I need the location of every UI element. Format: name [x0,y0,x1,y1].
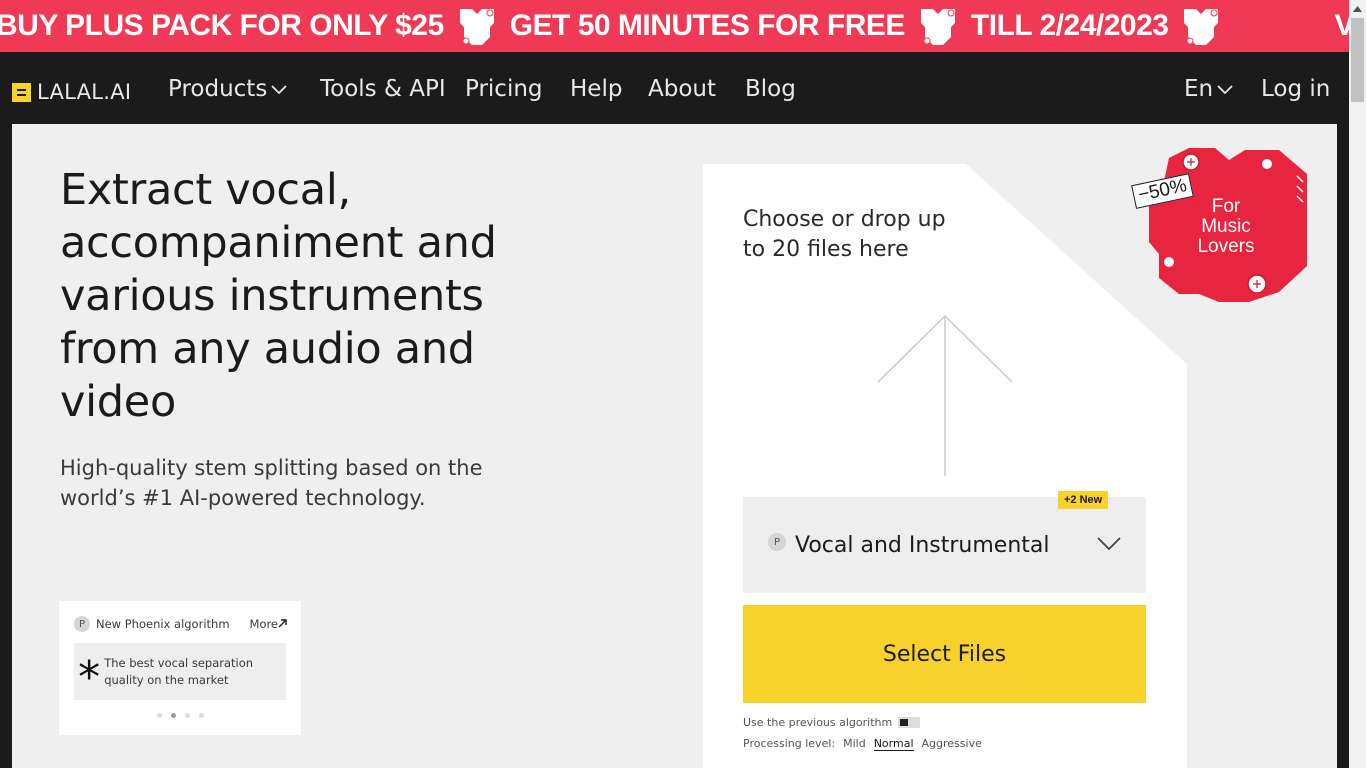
nav-products[interactable]: Products [168,76,287,102]
banner-segment: GET 50 MINUTES FOR FREE [509,9,906,42]
drop-zone-text: Choose or drop up to 20 files here [743,207,946,262]
processing-level: Processing level: Mild Normal Aggressive [743,737,982,751]
previous-algorithm-label: Use the previous algorithm [743,716,893,729]
sticker-text: For Music Lovers [1197,196,1255,257]
upload-panel[interactable]: Choose or drop up to 20 files here P Voc… [703,164,1187,768]
upload-arrow-icon [877,314,1013,476]
banner-track: BUY PLUS PACK FOR ONLY $25 GET 50 MINUTE… [0,0,1349,52]
scroll-thumb[interactable] [1351,18,1364,102]
more-link[interactable]: More [249,617,287,631]
separation-model-label: Vocal and Instrumental [795,532,1050,558]
carousel-dots [59,713,301,718]
logo-mark-icon [12,82,31,102]
banner-segment: TILL 2/24/2023 [970,9,1169,42]
carousel-dot[interactable] [156,713,162,718]
login-link[interactable]: Log in [1261,76,1330,102]
language-label: En [1184,76,1214,102]
hero-section: Extract vocal, accompaniment and various… [12,124,1337,768]
phoenix-badge-icon: P [768,533,786,551]
heart-icon [1184,9,1219,45]
nav-about[interactable]: About [648,76,716,102]
nav-products-label: Products [168,76,268,102]
hero-subtitle: High-quality stem splitting based on the… [60,456,483,510]
nav-pricing[interactable]: Pricing [465,76,543,102]
nav-blog[interactable]: Blog [745,76,796,102]
chevron-down-icon [271,85,287,95]
level-mild[interactable]: Mild [843,737,866,751]
banner-segment: BUY PLUS PACK FOR ONLY $25 [0,9,444,42]
logo-text: LALAL.AI [37,80,132,104]
carousel-dot[interactable] [198,713,204,718]
separation-model-dropdown[interactable]: P Vocal and Instrumental [743,497,1146,593]
algorithm-card-body: * The best vocal separation quality on t… [74,643,286,700]
nav-help[interactable]: Help [570,76,622,102]
logo[interactable]: LALAL.AI [12,80,131,104]
previous-algorithm-toggle[interactable]: Use the previous algorithm [743,716,921,729]
select-files-button[interactable]: Select Files [743,605,1146,703]
level-aggressive[interactable]: Aggressive [922,737,982,751]
heart-icon [459,9,494,45]
chevron-down-icon [1097,537,1121,551]
algorithm-card: P New Phoenix algorithm More * The best … [59,601,301,735]
hero-title: Extract vocal, accompaniment and various… [60,165,497,427]
chevron-down-icon [1217,85,1233,95]
promo-banner[interactable]: BUY PLUS PACK FOR ONLY $25 GET 50 MINUTE… [0,0,1349,52]
language-selector[interactable]: En [1184,76,1233,102]
algorithm-card-header: P New Phoenix algorithm More [74,616,287,632]
algorithm-card-text: The best vocal separation quality on the… [104,655,254,687]
nav-tools-api[interactable]: Tools & API [320,76,446,102]
level-normal[interactable]: Normal [873,737,914,751]
processing-level-label: Processing level: [743,737,836,750]
top-nav: LALAL.AI Products Tools & API Pricing He… [0,52,1349,124]
page-scrollbar[interactable] [1349,0,1366,768]
heart-icon [920,9,955,45]
banner-segment: VAL [1334,9,1349,42]
carousel-dot-active[interactable] [170,713,176,718]
toggle-switch[interactable] [898,717,921,728]
carousel-dot[interactable] [184,713,190,718]
phoenix-badge-icon: P [74,616,90,632]
arrow-up-right-icon [278,619,287,628]
new-badge: +2 New [1058,491,1109,509]
asterisk-icon: * [78,651,101,703]
algorithm-card-title: New Phoenix algorithm [96,617,230,631]
more-link-label: More [249,617,278,631]
scroll-up-arrow-icon[interactable] [1349,0,1366,17]
